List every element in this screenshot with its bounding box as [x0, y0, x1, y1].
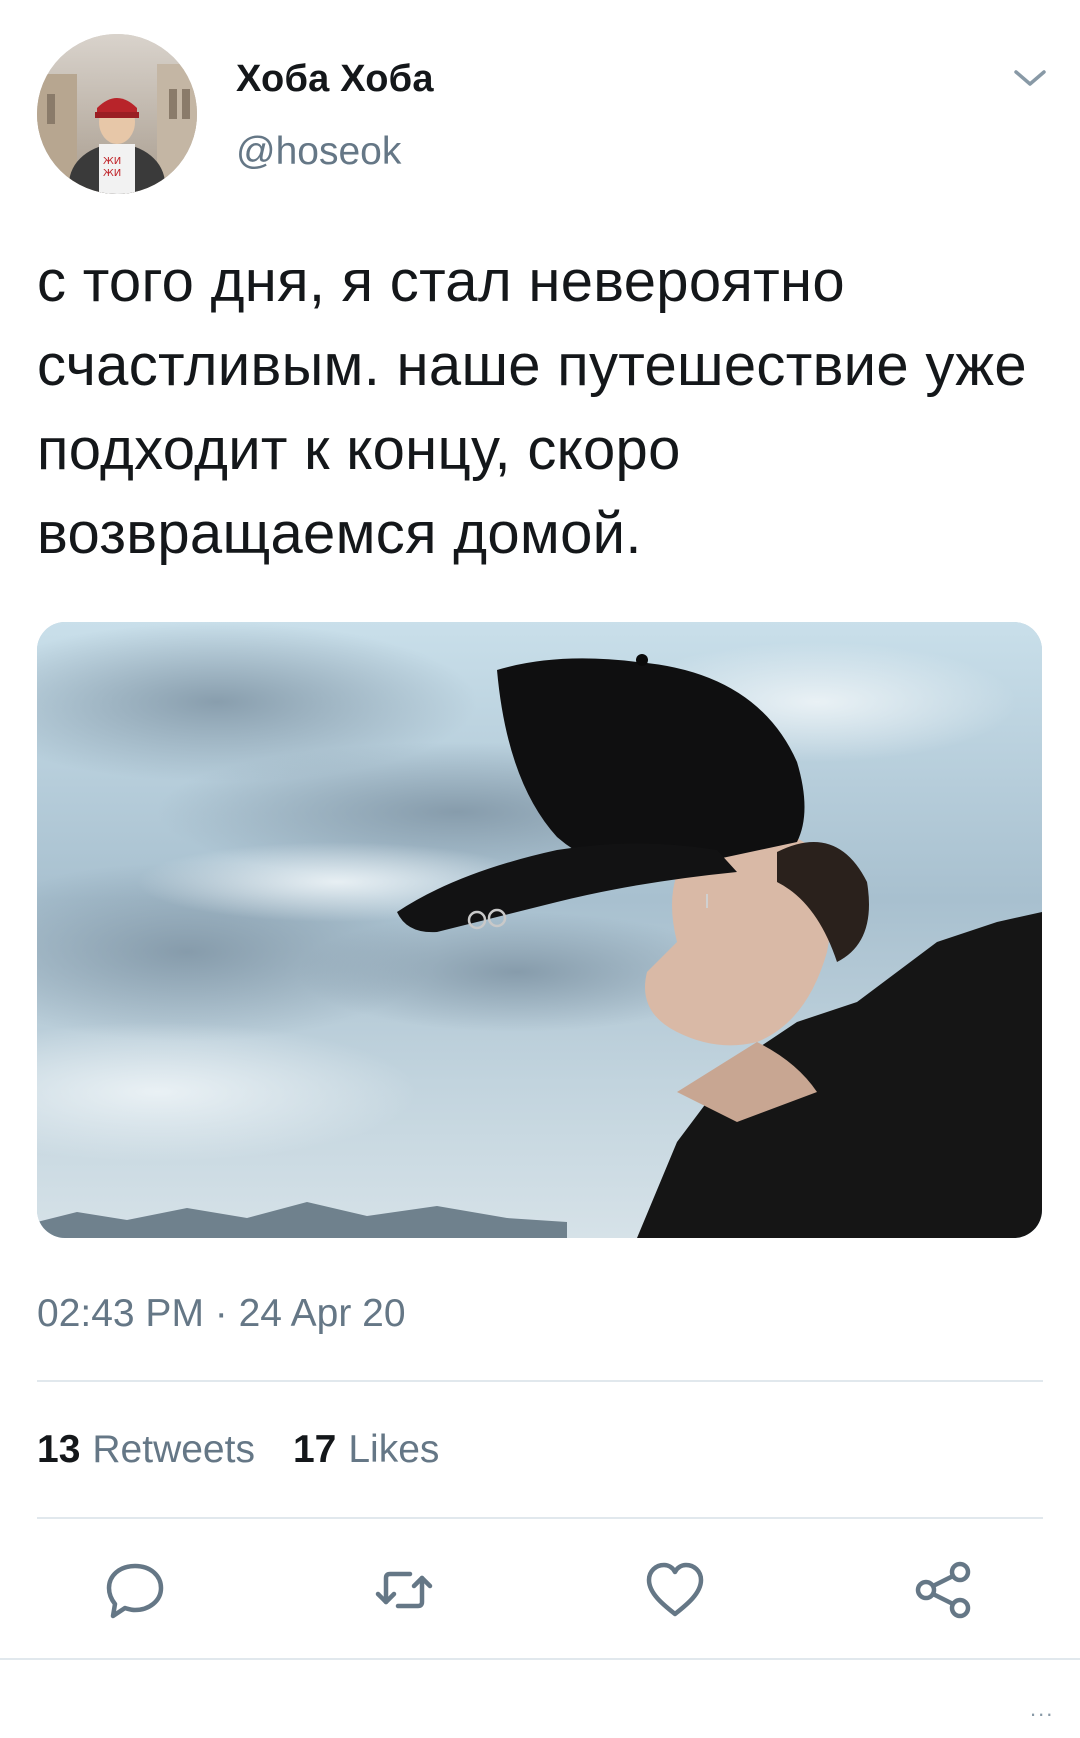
svg-text:ЖИ: ЖИ — [103, 156, 121, 167]
more-icon[interactable]: ... — [1030, 1696, 1054, 1722]
likes-label: Likes — [348, 1428, 440, 1471]
retweets-count: 13 — [37, 1428, 81, 1471]
retweets-stat[interactable]: 13 Retweets — [37, 1428, 255, 1472]
tweet-media-photo[interactable] — [37, 622, 1042, 1238]
avatar[interactable]: ЖИ ЖИ — [37, 34, 197, 194]
reply-icon[interactable] — [103, 1558, 167, 1622]
tweet-stats: 13 Retweets 17 Likes — [37, 1428, 439, 1472]
handle[interactable]: @hoseok — [236, 130, 401, 174]
display-name[interactable]: Хоба Хоба — [236, 58, 434, 101]
likes-count: 17 — [292, 1428, 337, 1471]
divider — [37, 1517, 1043, 1519]
chevron-down-icon[interactable] — [1010, 64, 1050, 92]
svg-text:ЖИ: ЖИ — [103, 168, 121, 179]
retweet-icon[interactable] — [372, 1558, 436, 1622]
divider — [0, 1658, 1080, 1660]
tweet-timestamp: 02:43 PM · 24 Apr 20 — [37, 1292, 406, 1335]
share-icon[interactable] — [912, 1558, 976, 1622]
divider — [37, 1380, 1043, 1382]
likes-stat[interactable]: 17 Likes — [293, 1428, 439, 1472]
tweet-detail: ЖИ ЖИ Хоба Хоба @hoseok с того дня, я ст… — [0, 0, 1080, 1738]
retweets-label: Retweets — [92, 1428, 255, 1471]
tweet-text: с того дня, я стал невероятно счастливым… — [37, 249, 1027, 566]
heart-icon[interactable] — [643, 1558, 707, 1622]
